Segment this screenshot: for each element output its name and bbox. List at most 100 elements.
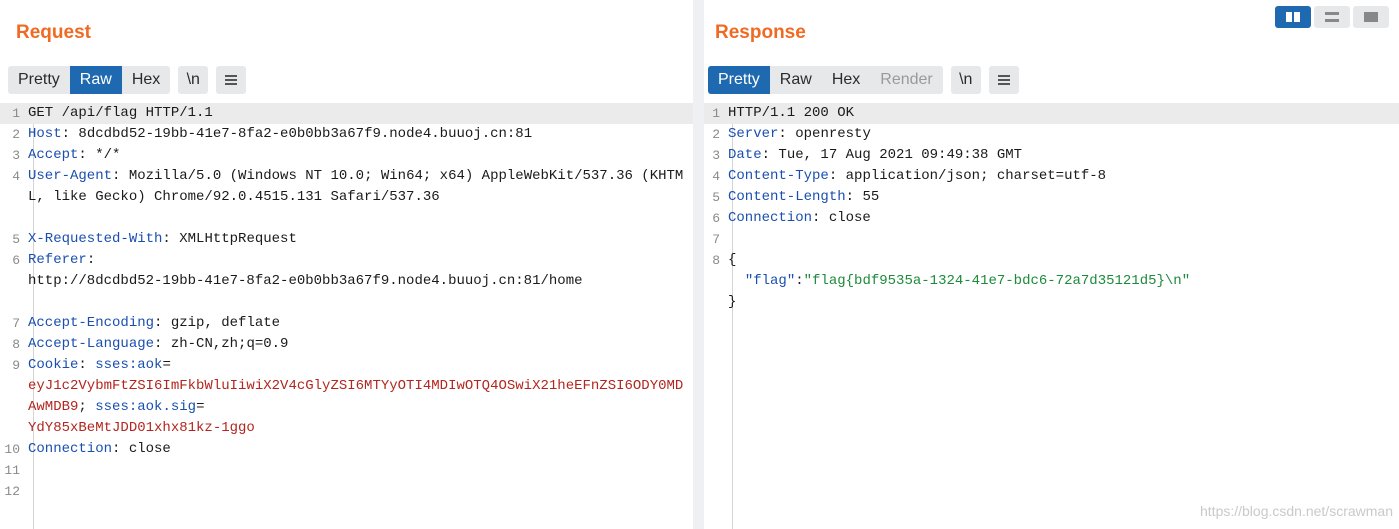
line-number: 7 [712, 232, 720, 247]
request-line: 2 Host: 8dcdbd52-19bb-41e7-8fa2-e0b0bb3a… [0, 124, 693, 145]
json-key: "flag" [744, 273, 796, 289]
response-panel: Response Pretty Raw Hex Render \n 1 HTTP… [704, 0, 1399, 529]
header-value: http://8dcdbd52-19bb-41e7-8fa2-e0b0bb3a6… [28, 273, 583, 289]
line-number [704, 292, 728, 313]
line-number: 7 [12, 316, 20, 331]
cookie-value: YdY85xBeMtJDD01xhx81kz-1ggo [28, 420, 255, 436]
response-title: Response [715, 22, 806, 43]
response-tab-pretty[interactable]: Pretty [708, 66, 770, 94]
header-value: */* [95, 147, 121, 163]
response-tab-hex[interactable]: Hex [822, 66, 870, 94]
header-value: 8dcdbd52-19bb-41e7-8fa2-e0b0bb3a67f9.nod… [78, 126, 533, 142]
request-toolbar: Pretty Raw Hex \n [8, 66, 247, 94]
header-value: Mozilla/5.0 (Windows NT 10.0; Win64; x64… [28, 168, 684, 205]
single-pane-icon [1364, 12, 1378, 22]
header-key: Accept-Encoding [28, 315, 155, 331]
response-tab-raw[interactable]: Raw [770, 66, 822, 94]
request-line: 7 Accept-Encoding: gzip, deflate [0, 313, 693, 334]
request-tab-raw[interactable]: Raw [69, 66, 122, 94]
header-key: Cookie [28, 357, 79, 373]
request-line: 3 Accept: */* [0, 145, 693, 166]
request-line: 1 GET /api/flag HTTP/1.1 [0, 103, 693, 124]
request-editor[interactable]: 1 GET /api/flag HTTP/1.1 2 Host: 8dcdbd5… [0, 103, 693, 529]
line-number: 5 [12, 232, 20, 247]
header-key: Connection [28, 441, 113, 457]
cookie-name: sses:aok [95, 357, 163, 373]
header-key: Server [728, 126, 779, 142]
request-line: 6 Referer: http://8dcdbd52-19bb-41e7-8fa2… [0, 250, 693, 313]
status-line: HTTP/1.1 200 OK [728, 105, 855, 121]
response-editor[interactable]: 1 HTTP/1.1 200 OK 2 Server: openresty 3 … [704, 103, 1399, 529]
request-panel: Request Pretty Raw Hex \n 1 GET /api/fla… [0, 0, 693, 529]
request-line: 4 User-Agent: Mozilla/5.0 (Windows NT 10… [0, 166, 693, 229]
line-number: 1 [12, 106, 20, 121]
header-value: XMLHttpRequest [179, 231, 297, 247]
menu-icon [225, 75, 238, 85]
request-line-text: GET /api/flag HTTP/1.1 [28, 105, 213, 121]
rows-icon [1325, 12, 1339, 22]
json-close-brace: } [728, 294, 737, 310]
line-number: 11 [4, 463, 20, 478]
header-key: Connection [728, 210, 813, 226]
line-number: 1 [712, 106, 720, 121]
line-number: 8 [12, 337, 20, 352]
watermark: https://blog.csdn.net/scrawman [1200, 503, 1393, 519]
header-value: Tue, 17 Aug 2021 09:49:38 GMT [778, 147, 1023, 163]
response-view-tabs: Pretty Raw Hex Render [708, 66, 943, 94]
header-key: Referer [28, 252, 87, 268]
layout-single-button[interactable] [1353, 6, 1389, 28]
response-line: "flag":"flag{bdf9535a-1324-41e7-bdc6-72a… [704, 271, 1399, 292]
response-line: } [704, 292, 1399, 313]
header-key: Content-Type [728, 168, 829, 184]
line-number: 6 [12, 253, 20, 268]
line-number: 4 [712, 169, 720, 184]
header-key: Content-Length [728, 189, 846, 205]
response-line: 8 { [704, 250, 1399, 271]
header-key: X-Requested-With [28, 231, 163, 247]
line-number: 2 [712, 127, 720, 142]
request-view-tabs: Pretty Raw Hex [8, 66, 171, 94]
request-tab-pretty[interactable]: Pretty [8, 66, 70, 94]
header-key: Accept [28, 147, 79, 163]
response-newline-button[interactable]: \n [950, 66, 981, 94]
json-open-brace: { [728, 252, 737, 268]
json-value: "flag{bdf9535a-1324-41e7-bdc6-72a7d35121… [803, 273, 1191, 289]
line-number: 9 [12, 358, 20, 373]
line-number: 12 [4, 484, 20, 499]
request-line: 9 Cookie: sses:aok= eyJ1c2VybmFtZSI6ImFkb… [0, 355, 693, 439]
response-line: 5 Content-Length: 55 [704, 187, 1399, 208]
header-value: 55 [862, 189, 880, 205]
header-key: Host [28, 126, 62, 142]
request-tab-hex[interactable]: Hex [122, 66, 170, 94]
request-line: 5 X-Requested-With: XMLHttpRequest [0, 229, 693, 250]
menu-icon [997, 75, 1010, 85]
header-value: application/json; charset=utf-8 [845, 168, 1107, 184]
cookie-name: sses:aok.sig [95, 399, 197, 415]
line-number [704, 271, 728, 292]
layout-side-by-side-button[interactable] [1275, 6, 1311, 28]
response-line: 2 Server: openresty [704, 124, 1399, 145]
response-line: 7 [704, 229, 1399, 250]
header-value: gzip, deflate [170, 315, 281, 331]
panel-divider[interactable] [693, 0, 704, 529]
line-number: 3 [12, 148, 20, 163]
header-value: zh-CN,zh;q=0.9 [170, 336, 289, 352]
header-key: User-Agent [28, 168, 113, 184]
line-number: 10 [4, 442, 20, 457]
response-tab-render[interactable]: Render [870, 66, 942, 94]
response-line: 6 Connection: close [704, 208, 1399, 229]
layout-switch [1272, 6, 1389, 28]
request-line: 11 [0, 460, 693, 481]
line-number: 2 [12, 127, 20, 142]
request-menu-button[interactable] [216, 66, 247, 94]
response-line: 4 Content-Type: application/json; charse… [704, 166, 1399, 187]
header-value: openresty [795, 126, 871, 142]
line-number: 6 [712, 211, 720, 226]
response-toolbar: Pretty Raw Hex Render \n [708, 66, 1019, 94]
line-number: 4 [12, 169, 20, 184]
header-value: close [828, 210, 871, 226]
response-menu-button[interactable] [988, 66, 1019, 94]
layout-stacked-button[interactable] [1314, 6, 1350, 28]
request-newline-button[interactable]: \n [178, 66, 209, 94]
request-line: 10 Connection: close [0, 439, 693, 460]
